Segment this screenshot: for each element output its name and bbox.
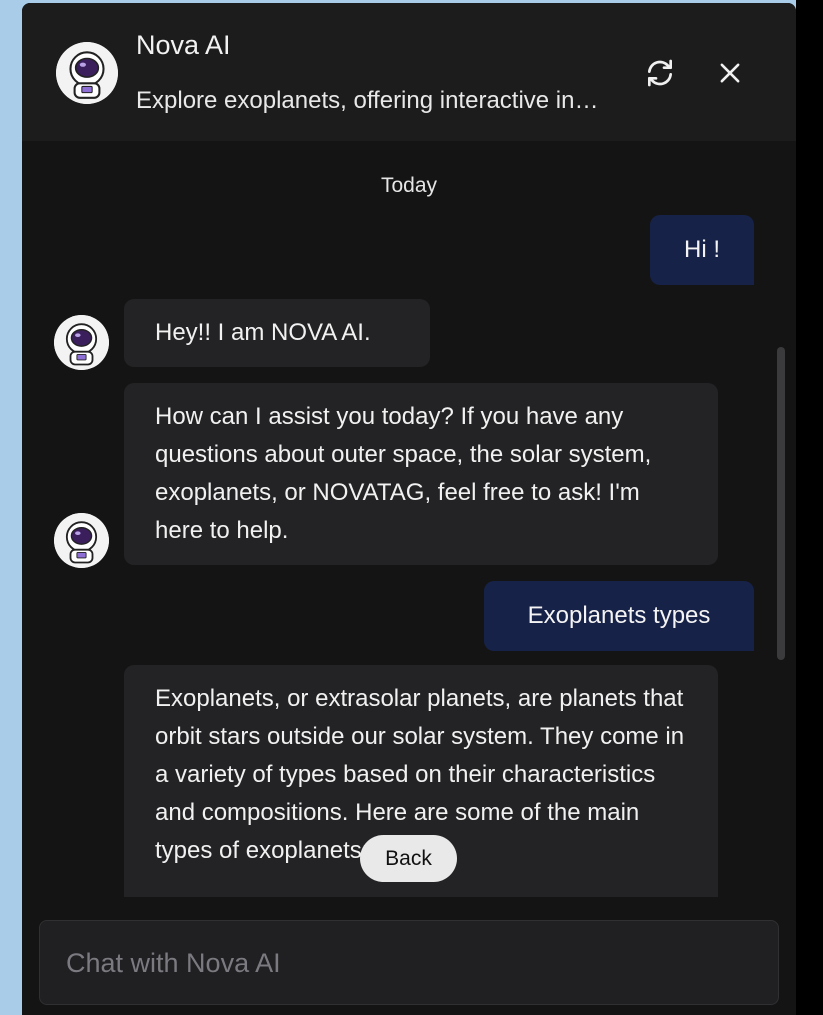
chat-window: Nova AI Explore exoplanets, offering int… [22,3,796,1015]
bot-avatar [54,513,109,568]
assistant-title: Nova AI [136,30,231,60]
user-message: Exoplanets types [484,581,754,651]
page-edge [796,0,823,1015]
chat-header: Nova AI Explore exoplanets, offering int… [22,3,796,141]
date-separator: Today [380,174,438,197]
back-button[interactable]: Back [360,835,457,882]
close-icon [720,63,740,83]
refresh-button[interactable] [640,53,680,93]
assistant-subtitle: Explore exoplanets, offering interactive… [136,87,606,114]
close-button[interactable] [710,53,750,93]
chat-input[interactable] [64,921,758,1006]
astronaut-avatar [56,42,118,104]
chat-input-container [39,920,779,1006]
user-message: Hi ! [650,215,754,285]
astronaut-icon [54,315,109,370]
bot-message: How can I assist you today? If you have … [124,383,718,565]
astronaut-icon [56,42,118,104]
refresh-icon [648,59,672,87]
astronaut-icon [54,513,109,568]
bot-avatar [54,315,109,370]
chat-scrollbar[interactable] [777,347,785,660]
bot-message: Hey!! I am NOVA AI. [124,299,430,367]
